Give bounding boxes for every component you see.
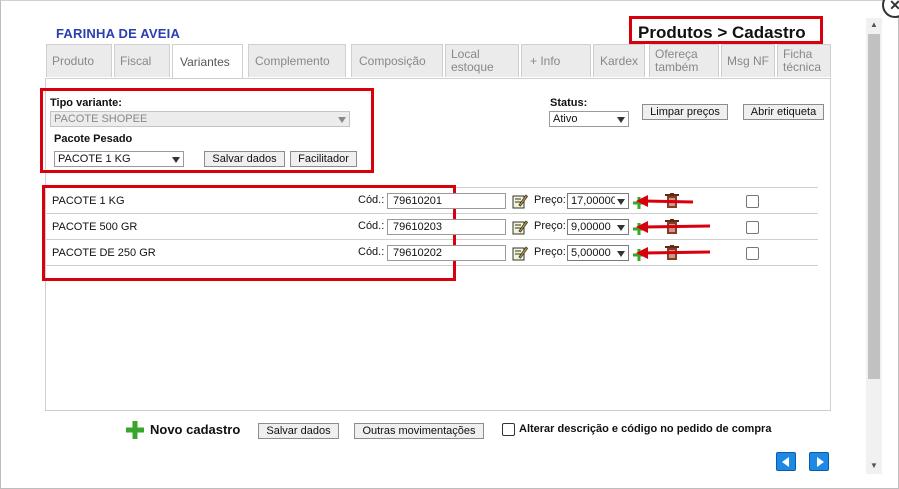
preco-label: Preço:	[534, 220, 566, 232]
chevron-down-icon	[338, 117, 346, 123]
annotation-arrow-icon	[636, 195, 694, 207]
row-name: PACOTE 1 KG	[52, 195, 125, 207]
tab-mais-info[interactable]: + Info	[521, 44, 591, 77]
annotation-arrow-icon	[636, 221, 711, 233]
cod-input[interactable]	[387, 219, 506, 235]
tab-msg-nf[interactable]: Msg NF	[721, 44, 775, 77]
annotation-arrow-icon	[636, 247, 711, 259]
row-checkbox[interactable]	[746, 195, 759, 208]
scroll-down-icon[interactable]: ▼	[870, 461, 878, 470]
next-button[interactable]	[809, 452, 829, 471]
tipo-variante-select[interactable]: PACOTE SHOPEE	[50, 111, 350, 127]
tab-local-estoque[interactable]: Local estoque	[445, 44, 519, 77]
pacote-pesado-label: Pacote Pesado	[54, 133, 133, 145]
status-label: Status:	[550, 97, 588, 109]
preco-select[interactable]: 5,00000	[567, 245, 629, 261]
row-checkbox[interactable]	[746, 247, 759, 260]
alterar-descricao-label: Alterar descrição e código no pedido de …	[519, 423, 772, 435]
novo-cadastro-button[interactable]: Novo cadastro	[150, 422, 240, 437]
row-name: PACOTE 500 GR	[52, 221, 138, 233]
cod-label: Cód.:	[358, 246, 385, 258]
close-icon: ✕	[889, 0, 899, 13]
status-select[interactable]: Ativo	[549, 111, 629, 127]
preco-label: Preço:	[534, 246, 566, 258]
tab-complemento[interactable]: Complemento	[248, 44, 346, 77]
plus-icon[interactable]	[126, 421, 144, 439]
chevron-down-icon	[617, 199, 625, 205]
edit-icon[interactable]	[512, 219, 528, 235]
tab-fiscal[interactable]: Fiscal	[114, 44, 170, 77]
outras-movimentacoes-button[interactable]: Outras movimentações	[354, 423, 484, 439]
limpar-precos-button[interactable]: Limpar preços	[642, 104, 728, 120]
cod-label: Cód.:	[358, 194, 385, 206]
cod-input[interactable]	[387, 193, 506, 209]
chevron-down-icon	[617, 117, 625, 123]
salvar-dados-variant-button[interactable]: Salvar dados	[204, 151, 285, 167]
chevron-down-icon	[617, 225, 625, 231]
scrollbar-thumb[interactable]	[868, 34, 880, 379]
tab-kardex[interactable]: Kardex	[593, 44, 645, 77]
edit-icon[interactable]	[512, 193, 528, 209]
tab-ofereca-tambem[interactable]: Ofereça também	[649, 44, 719, 77]
breadcrumb: Produtos > Cadastro	[638, 23, 806, 42]
cod-label: Cód.:	[358, 220, 385, 232]
chevron-down-icon	[617, 251, 625, 257]
alterar-descricao-checkbox[interactable]	[502, 423, 515, 436]
scroll-up-icon[interactable]: ▲	[870, 20, 878, 29]
tab-composicao[interactable]: Composição	[351, 44, 443, 77]
salvar-dados-button[interactable]: Salvar dados	[258, 423, 339, 439]
preco-select[interactable]: 17,00000	[567, 193, 629, 209]
facilitador-button[interactable]: Facilitador	[290, 151, 357, 167]
chevron-down-icon	[172, 157, 180, 163]
previous-button[interactable]	[776, 452, 796, 471]
abrir-etiqueta-button[interactable]: Abrir etiqueta	[743, 104, 824, 120]
tab-produto[interactable]: Produto	[46, 44, 112, 77]
row-name: PACOTE DE 250 GR	[52, 247, 156, 259]
pacote-pesado-select[interactable]: PACOTE 1 KG	[54, 151, 184, 167]
tipo-variante-label: Tipo variante:	[50, 97, 122, 109]
preco-select[interactable]: 9,00000	[567, 219, 629, 235]
cod-input[interactable]	[387, 245, 506, 261]
tab-variantes[interactable]: Variantes	[172, 44, 243, 79]
preco-label: Preço:	[534, 194, 566, 206]
row-checkbox[interactable]	[746, 221, 759, 234]
product-title: FARINHA DE AVEIA	[56, 26, 181, 41]
arrow-left-icon	[782, 457, 789, 467]
tab-ficha-tecnica[interactable]: Ficha técnica	[777, 44, 831, 77]
edit-icon[interactable]	[512, 245, 528, 261]
arrow-right-icon	[817, 457, 824, 467]
